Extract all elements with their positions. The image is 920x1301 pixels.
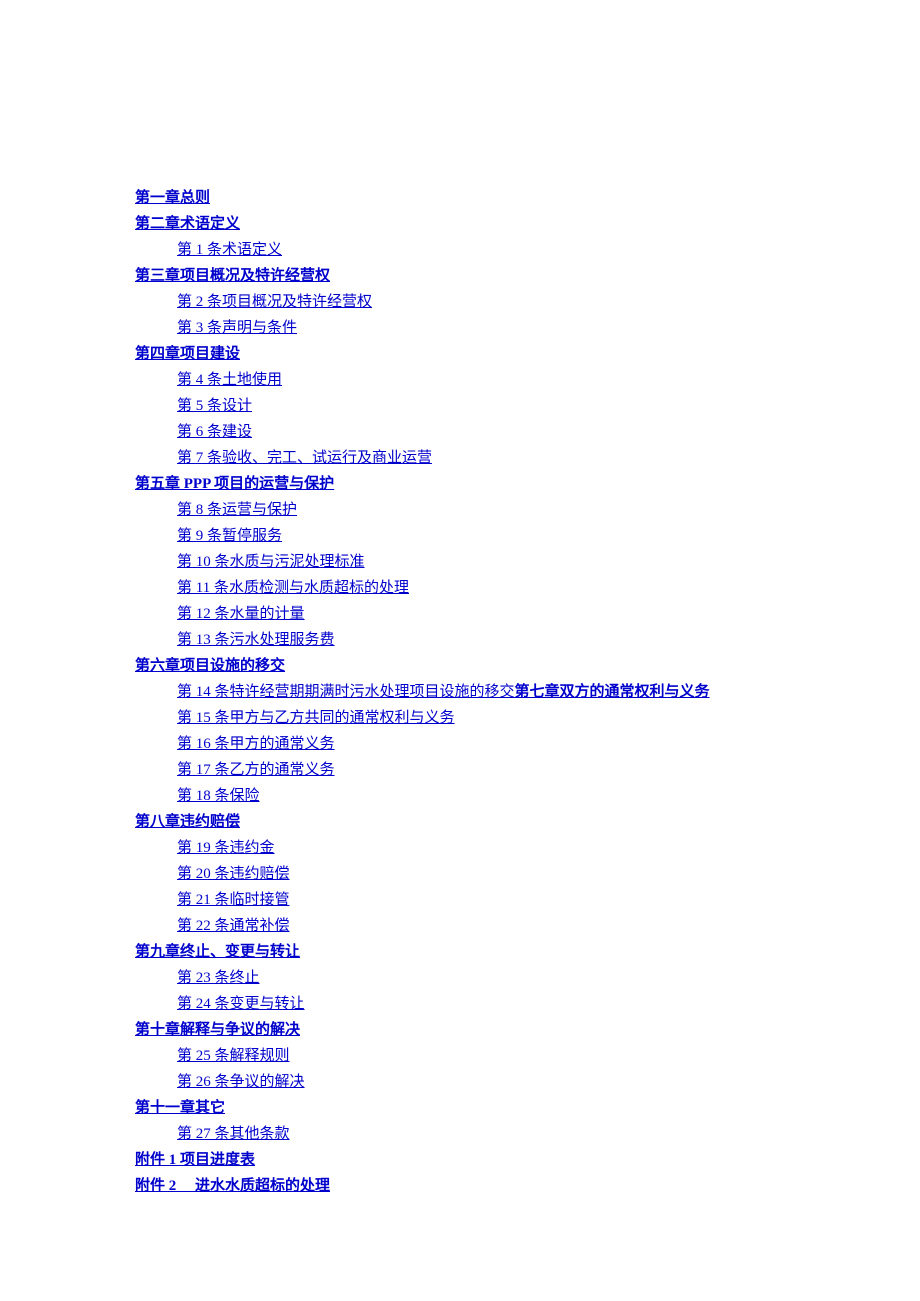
toc-appendix-2[interactable]: 附件 2 进水水质超标的处理 [135,1178,330,1194]
document-page: 第一章总则 第二章术语定义 第 1 条术语定义 第三章项目概况及特许经营权 第 … [0,0,920,1301]
toc-article-22[interactable]: 第 22 条通常补偿 [177,918,290,934]
toc-article-11[interactable]: 第 11 条水质检测与水质超标的处理 [177,580,409,596]
toc-article-3[interactable]: 第 3 条声明与条件 [177,320,297,336]
toc-article-25[interactable]: 第 25 条解释规则 [177,1048,290,1064]
toc-appendix-1[interactable]: 附件 1 项目进度表 [135,1152,255,1168]
toc-article-20[interactable]: 第 20 条违约赔偿 [177,866,290,882]
toc-article-12[interactable]: 第 12 条水量的计量 [177,606,305,622]
toc-chapter-1[interactable]: 第一章总则 [135,190,210,206]
toc-article-10[interactable]: 第 10 条水质与污泥处理标准 [177,554,365,570]
toc-chapter-2[interactable]: 第二章术语定义 [135,216,240,232]
toc-chapter-4[interactable]: 第四章项目建设 [135,346,240,362]
toc-article-26[interactable]: 第 26 条争议的解决 [177,1074,305,1090]
toc-chapter-8[interactable]: 第八章违约赔偿 [135,814,240,830]
toc-article-14[interactable]: 第 14 条特许经营期期满时污水处理项目设施的移交 [177,684,515,700]
toc-chapter-11[interactable]: 第十一章其它 [135,1100,225,1116]
toc-article-4[interactable]: 第 4 条土地使用 [177,372,282,388]
toc-article-17[interactable]: 第 17 条乙方的通常义务 [177,762,335,778]
toc-chapter-10[interactable]: 第十章解释与争议的解决 [135,1022,300,1038]
toc-chapter-6[interactable]: 第六章项目设施的移交 [135,658,285,674]
toc-article-19[interactable]: 第 19 条违约金 [177,840,275,856]
toc-article-2[interactable]: 第 2 条项目概况及特许经营权 [177,294,372,310]
toc-article-21[interactable]: 第 21 条临时接管 [177,892,290,908]
toc-chapter-3[interactable]: 第三章项目概况及特许经营权 [135,268,330,284]
toc-article-16[interactable]: 第 16 条甲方的通常义务 [177,736,335,752]
toc-article-5[interactable]: 第 5 条设计 [177,398,252,414]
toc-chapter-5[interactable]: 第五章 PPP 项目的运营与保护 [135,476,334,492]
toc-article-9[interactable]: 第 9 条暂停服务 [177,528,282,544]
toc-article-27[interactable]: 第 27 条其他条款 [177,1126,290,1142]
toc-article-6[interactable]: 第 6 条建设 [177,424,252,440]
toc-chapter-9[interactable]: 第九章终止、变更与转让 [135,944,300,960]
toc-article-1[interactable]: 第 1 条术语定义 [177,242,282,258]
toc-article-18[interactable]: 第 18 条保险 [177,788,260,804]
toc-article-15[interactable]: 第 15 条甲方与乙方共同的通常权利与义务 [177,710,455,726]
toc-article-24[interactable]: 第 24 条变更与转让 [177,996,305,1012]
toc-article-7[interactable]: 第 7 条验收、完工、试运行及商业运营 [177,450,432,466]
toc-article-13[interactable]: 第 13 条污水处理服务费 [177,632,335,648]
toc-article-23[interactable]: 第 23 条终止 [177,970,260,986]
toc-chapter-7-inline[interactable]: 第七章双方的通常权利与义务 [515,684,710,700]
toc-article-8[interactable]: 第 8 条运营与保护 [177,502,297,518]
